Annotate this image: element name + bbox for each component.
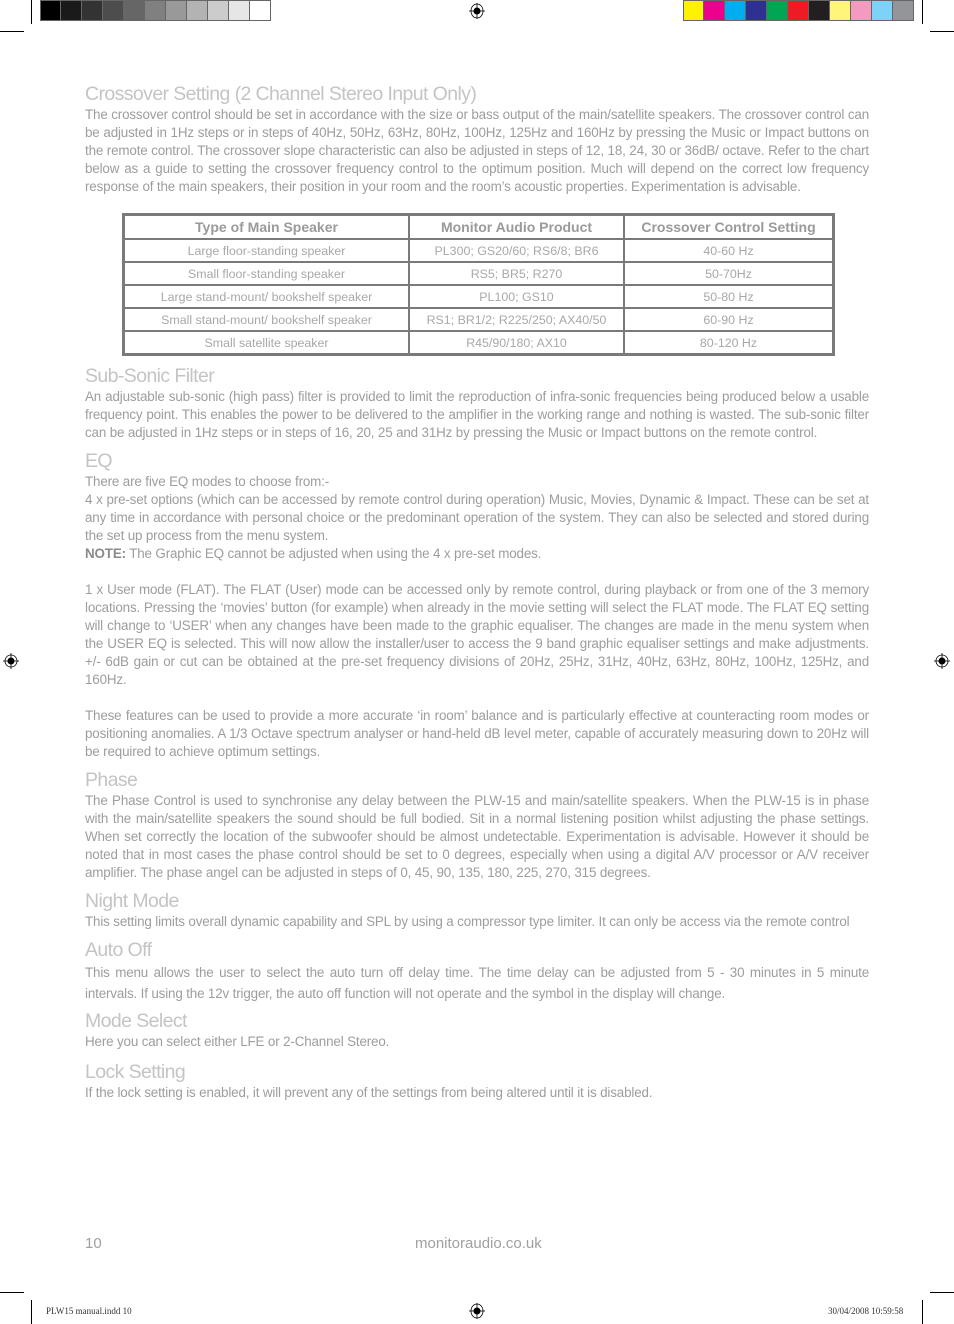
column-header: Monitor Audio Product [409, 215, 624, 239]
crossover-setting-cell: 50-80 Hz [624, 285, 833, 308]
color-swatch [872, 0, 893, 21]
color-swatch [704, 0, 725, 21]
product-cell: PL300; GS20/60; RS6/8; BR6 [409, 239, 624, 262]
table-row: Small stand-mount/ bookshelf speaker RS1… [124, 308, 833, 331]
crop-mark [0, 1292, 24, 1293]
eq-features-body: These features can be used to provide a … [85, 708, 869, 759]
table-row: Small satellite speaker R45/90/180; AX10… [124, 331, 833, 354]
note-text: The Graphic EQ cannot be adjusted when u… [125, 546, 542, 561]
subsonic-body: An adjustable sub-sonic (high pass) filt… [85, 389, 869, 440]
website-link[interactable]: monitoraudio.co.uk [415, 1235, 542, 1252]
registration-mark-icon [934, 653, 950, 669]
column-header: Crossover Control Setting [624, 215, 833, 239]
timestamp-slug: 30/04/2008 10:59:58 [828, 1306, 904, 1316]
auto-off-heading: Auto Off [85, 939, 152, 961]
speaker-type-cell: Large floor-standing speaker [124, 239, 409, 262]
phase-heading: Phase [85, 769, 138, 791]
cmyk-color-bar [683, 0, 914, 21]
crop-mark [930, 31, 954, 32]
product-cell: R45/90/180; AX10 [409, 331, 624, 354]
eq-preset-body: 4 x pre-set options (which can be access… [85, 492, 869, 543]
speaker-type-cell: Small satellite speaker [124, 331, 409, 354]
color-swatch [250, 0, 271, 21]
color-swatch [40, 0, 61, 21]
crop-mark [31, 1300, 32, 1324]
lock-setting-body: If the lock setting is enabled, it will … [85, 1085, 653, 1100]
color-swatch [809, 0, 830, 21]
subsonic-heading: Sub-Sonic Filter [85, 365, 215, 387]
grayscale-color-bar [40, 0, 271, 21]
file-slug: PLW15 manual.indd 10 [46, 1306, 132, 1316]
speaker-type-cell: Large stand-mount/ bookshelf speaker [124, 285, 409, 308]
color-swatch [683, 0, 704, 21]
table-header-row: Type of Main Speaker Monitor Audio Produ… [124, 215, 833, 239]
crossover-table: Type of Main Speaker Monitor Audio Produ… [122, 213, 835, 356]
phase-body: The Phase Control is used to synchronise… [85, 793, 869, 880]
lock-setting-heading: Lock Setting [85, 1061, 186, 1083]
column-header: Type of Main Speaker [124, 215, 409, 239]
product-cell: PL100; GS10 [409, 285, 624, 308]
color-swatch [767, 0, 788, 21]
color-swatch [124, 0, 145, 21]
crossover-heading: Crossover Setting (2 Channel Stereo Inpu… [85, 83, 477, 105]
auto-off-body: This menu allows the user to select the … [85, 965, 869, 1001]
mode-select-heading: Mode Select [85, 1010, 187, 1032]
product-cell: RS1; BR1/2; R225/250; AX40/50 [409, 308, 624, 331]
night-mode-body: This setting limits overall dynamic capa… [85, 914, 850, 929]
crossover-setting-cell: 50-70Hz [624, 262, 833, 285]
color-swatch [893, 0, 914, 21]
registration-mark-icon [469, 1303, 485, 1319]
color-swatch [103, 0, 124, 21]
crop-mark [922, 0, 923, 24]
crossover-setting-cell: 40-60 Hz [624, 239, 833, 262]
crop-mark [0, 31, 24, 32]
crossover-setting-cell: 80-120 Hz [624, 331, 833, 354]
crossover-setting-cell: 60-90 Hz [624, 308, 833, 331]
crossover-body: The crossover control should be set in a… [85, 107, 869, 194]
table-row: Large stand-mount/ bookshelf speaker PL1… [124, 285, 833, 308]
page-number: 10 [85, 1235, 102, 1252]
color-swatch [725, 0, 746, 21]
eq-note: NOTE: The Graphic EQ cannot be adjusted … [85, 545, 869, 563]
note-label: NOTE: [85, 546, 126, 561]
crop-mark [922, 1300, 923, 1324]
table-row: Small floor-standing speaker RS5; BR5; R… [124, 262, 833, 285]
crop-mark [930, 1292, 954, 1293]
color-swatch [851, 0, 872, 21]
color-swatch [166, 0, 187, 21]
color-swatch [229, 0, 250, 21]
color-swatch [82, 0, 103, 21]
color-swatch [61, 0, 82, 21]
color-swatch [208, 0, 229, 21]
crop-mark [31, 0, 32, 24]
color-swatch [830, 0, 851, 21]
table-row: Large floor-standing speaker PL300; GS20… [124, 239, 833, 262]
product-cell: RS5; BR5; R270 [409, 262, 624, 285]
color-swatch [746, 0, 767, 21]
eq-user-mode-body: 1 x User mode (FLAT). The FLAT (User) mo… [85, 582, 869, 687]
night-mode-heading: Night Mode [85, 890, 179, 912]
mode-select-body: Here you can select either LFE or 2-Chan… [85, 1034, 390, 1049]
registration-mark-icon [3, 653, 19, 669]
eq-heading: EQ [85, 450, 113, 472]
speaker-type-cell: Small floor-standing speaker [124, 262, 409, 285]
color-swatch [788, 0, 809, 21]
registration-mark-icon [469, 3, 485, 19]
page-content: Crossover Setting (2 Channel Stereo Inpu… [85, 82, 869, 1102]
color-swatch [145, 0, 166, 21]
color-swatch [187, 0, 208, 21]
speaker-type-cell: Small stand-mount/ bookshelf speaker [124, 308, 409, 331]
eq-intro: There are five EQ modes to choose from:- [85, 474, 330, 489]
